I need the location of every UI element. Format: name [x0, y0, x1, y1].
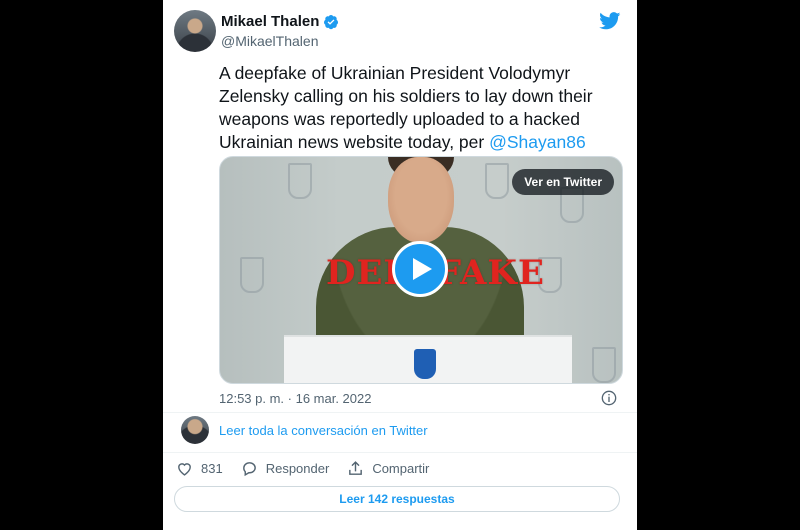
like-action[interactable]: 831: [176, 460, 223, 477]
video-player[interactable]: DEEPFAKE Ver en Twitter: [219, 156, 623, 384]
play-icon: [413, 258, 432, 280]
reply-bubble-icon: [242, 462, 256, 477]
share-icon: [349, 461, 363, 475]
tweet-text: A deepfake of Ukrainian President Volody…: [219, 62, 619, 154]
heart-icon: [178, 463, 191, 476]
tweet-embed-card: Mikael Thalen @MikaelThalen A deepfake o…: [163, 0, 637, 530]
author-name-label[interactable]: Mikael Thalen: [221, 13, 319, 30]
author-handle[interactable]: @MikaelThalen: [221, 33, 318, 49]
podium: [284, 335, 572, 383]
mention-link[interactable]: @Shayan86: [489, 132, 586, 152]
trident-emblem: [414, 349, 436, 379]
tweet-timestamp[interactable]: 12:53 p. m. · 16 mar. 2022: [219, 391, 371, 406]
verified-badge-icon: [324, 14, 339, 29]
background-emblem: [592, 347, 616, 383]
read-conversation-link[interactable]: Leer toda la conversación en Twitter: [219, 423, 428, 438]
share-label: Compartir: [372, 461, 430, 476]
reply-action[interactable]: Responder: [241, 460, 330, 477]
conversation-avatar: [181, 416, 209, 444]
divider: [163, 452, 637, 453]
divider: [163, 412, 637, 413]
like-count: 831: [201, 461, 223, 476]
speaker-head: [388, 157, 454, 243]
view-on-twitter-button[interactable]: Ver en Twitter: [512, 169, 614, 195]
background-emblem: [288, 163, 312, 199]
background-emblem: [485, 163, 509, 199]
twitter-bird-icon[interactable]: [599, 12, 621, 30]
author-avatar[interactable]: [174, 10, 216, 52]
read-replies-button[interactable]: Leer 142 respuestas: [174, 486, 620, 512]
share-action[interactable]: Compartir: [347, 460, 429, 477]
tweet-actions: 831 Responder Compartir: [176, 460, 447, 477]
info-icon[interactable]: [601, 390, 617, 406]
background-emblem: [240, 257, 264, 293]
play-button[interactable]: [392, 241, 448, 297]
reply-label: Responder: [265, 461, 330, 476]
author-name[interactable]: Mikael Thalen: [221, 13, 339, 30]
